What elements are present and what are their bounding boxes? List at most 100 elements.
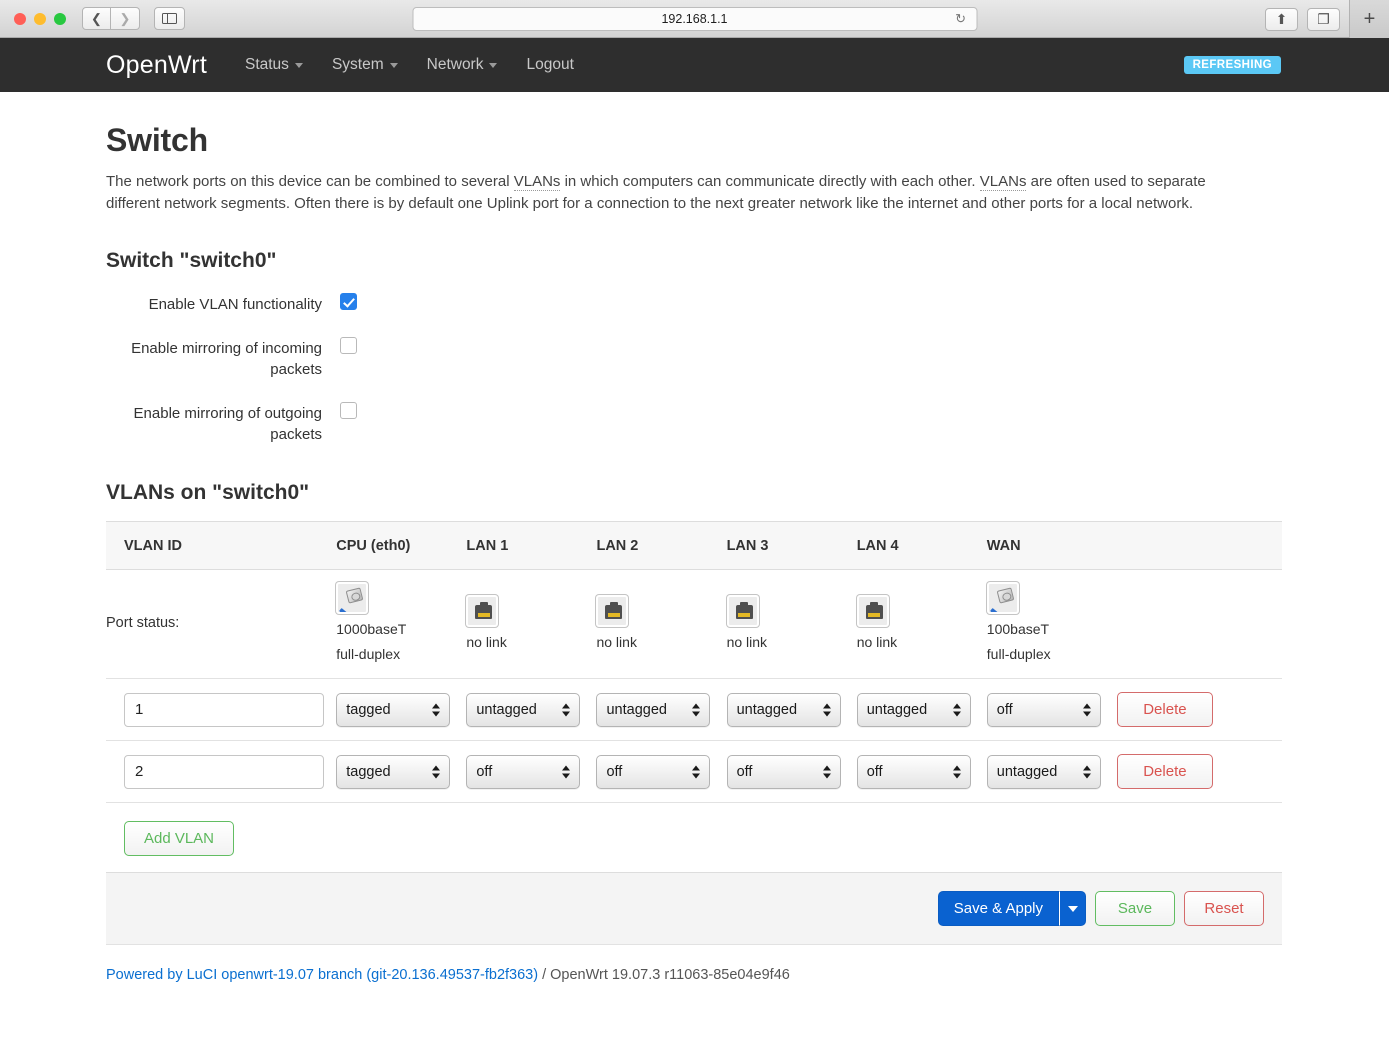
save-apply-group: Save & Apply	[937, 891, 1086, 926]
port-speed-lan2: no link	[596, 633, 637, 650]
column-header-actions	[1116, 521, 1282, 570]
vlan-table-body: Port status: 1000baseT full-duplex no li…	[106, 569, 1282, 803]
port-connected-icon	[986, 582, 1019, 614]
vlan-table-header-row: VLAN ID CPU (eth0) LAN 1 LAN 2 LAN 3 LAN…	[106, 521, 1282, 570]
openwrt-version-text: / OpenWrt 19.07.3 r11063-85e04e9f46	[538, 967, 790, 983]
vlan1-lan4-select[interactable]: untagged	[856, 692, 971, 727]
vlan2-lan2-select[interactable]: off	[596, 754, 711, 789]
nav-item-logout-label: Logout	[526, 56, 574, 73]
address-bar-container: 192.168.1.1 ↻	[412, 6, 977, 31]
reload-icon[interactable]: ↻	[955, 11, 966, 27]
reset-button[interactable]: Reset	[1184, 891, 1264, 926]
enable-vlan-checkbox[interactable]	[340, 293, 357, 310]
openwrt-navbar: OpenWrt Status System Network Logout REF…	[0, 38, 1389, 92]
nav-item-system[interactable]: System	[332, 56, 398, 74]
maximize-window-button[interactable]	[54, 12, 66, 25]
vlan1-lan2-value: untagged	[606, 701, 667, 718]
vlan-abbr: VLANs	[513, 173, 561, 191]
vlan1-cpu-select[interactable]: tagged	[336, 692, 451, 727]
stepper-icon	[432, 765, 441, 778]
stepper-icon	[692, 703, 701, 716]
column-header-lan4: LAN 4	[856, 521, 987, 570]
luci-footer-link[interactable]: Powered by LuCI openwrt-19.07 branch (gi…	[106, 967, 538, 983]
vlan1-lan1-cell: untagged	[466, 678, 597, 741]
action-bar: Save & Apply Save Reset	[106, 872, 1282, 944]
port-status-lan3: no link	[726, 569, 857, 679]
vlan1-cpu-cell: tagged	[336, 678, 467, 741]
save-apply-dropdown-button[interactable]	[1059, 891, 1086, 926]
vlan1-lan4-value: untagged	[866, 701, 928, 718]
enable-vlan-label: Enable VLAN functionality	[148, 296, 322, 313]
delete-vlan-button[interactable]: Delete	[1116, 692, 1213, 727]
save-and-apply-button[interactable]: Save & Apply	[937, 891, 1059, 926]
chevron-down-icon	[389, 62, 398, 68]
mirror-outgoing-checkbox[interactable]	[340, 402, 357, 419]
share-icon[interactable]: ⬆	[1265, 7, 1298, 31]
address-bar[interactable]: 192.168.1.1 ↻	[412, 6, 977, 31]
nav-item-status-label: Status	[244, 56, 289, 73]
stepper-icon	[432, 703, 441, 716]
vlan2-lan2-value: off	[606, 763, 623, 780]
address-bar-text: 192.168.1.1	[661, 11, 728, 26]
vlan2-cpu-cell: tagged	[336, 740, 467, 803]
vlan2-lan4-select[interactable]: off	[856, 754, 971, 789]
vlan1-wan-select[interactable]: off	[986, 692, 1101, 727]
mirror-incoming-checkbox[interactable]	[340, 337, 357, 354]
minimize-window-button[interactable]	[34, 12, 46, 25]
new-tab-button[interactable]: +	[1349, 0, 1389, 38]
vlan2-lan1-select[interactable]: off	[466, 754, 581, 789]
navigation-buttons: ❮ ❯	[82, 7, 140, 30]
vlan1-lan4-cell: untagged	[856, 678, 987, 741]
stepper-icon	[1082, 703, 1091, 716]
vlan-abbr: VLANs	[979, 173, 1027, 191]
port-status-cpu: 1000baseT full-duplex	[336, 569, 467, 679]
delete-vlan-button[interactable]: Delete	[1116, 754, 1213, 789]
stepper-icon	[822, 765, 831, 778]
stepper-icon	[562, 765, 571, 778]
port-status-lan1: no link	[466, 569, 597, 679]
port-status-row: Port status: 1000baseT full-duplex no li…	[106, 569, 1282, 679]
vlan1-lan3-select[interactable]: untagged	[726, 692, 841, 727]
vlan2-lan4-value: off	[866, 763, 883, 780]
save-button[interactable]: Save	[1095, 891, 1175, 926]
tabs-overview-icon[interactable]: ❐	[1307, 7, 1340, 31]
sidebar-toggle-button[interactable]	[154, 7, 185, 30]
vlan1-lan2-select[interactable]: untagged	[596, 692, 711, 727]
vlan2-cpu-value: tagged	[346, 763, 391, 780]
vlan1-lan1-select[interactable]: untagged	[466, 692, 581, 727]
port-status-label: Port status:	[106, 569, 337, 679]
port-speed-lan4: no link	[856, 633, 898, 650]
vlan-id-input[interactable]	[124, 754, 324, 789]
vlan2-lan2-cell: off	[596, 740, 727, 803]
mirror-incoming-label: Enable mirroring of incoming packets	[131, 340, 322, 378]
stepper-icon	[1082, 765, 1091, 778]
vlan2-wan-select[interactable]: untagged	[986, 754, 1101, 789]
close-window-button[interactable]	[14, 12, 26, 25]
openwrt-logo[interactable]: OpenWrt	[106, 51, 207, 80]
nav-item-status[interactable]: Status	[245, 56, 303, 74]
form-row-enable-vlan: Enable VLAN functionality	[106, 293, 1283, 315]
back-button[interactable]: ❮	[82, 7, 111, 30]
vlan2-cpu-select[interactable]: tagged	[336, 754, 451, 789]
port-speed-wan: 100baseT	[986, 621, 1050, 637]
chevron-down-icon	[489, 62, 498, 68]
nav-item-network-label: Network	[426, 56, 484, 73]
nav-item-logout[interactable]: Logout	[526, 56, 573, 74]
add-vlan-button[interactable]: Add VLAN	[124, 821, 234, 856]
port-connected-icon	[336, 582, 369, 614]
forward-button[interactable]: ❯	[111, 7, 140, 30]
port-nolink-icon	[596, 594, 629, 627]
switch-section-title: Switch "switch0"	[106, 249, 277, 272]
page-description: The network ports on this device can be …	[106, 171, 1256, 215]
vlan2-lan3-select[interactable]: off	[726, 754, 841, 789]
column-header-cpu: CPU (eth0)	[336, 521, 467, 570]
stepper-icon	[952, 703, 961, 716]
port-status-lan2: no link	[596, 569, 727, 679]
vlan-id-input[interactable]	[124, 692, 324, 727]
stepper-icon	[692, 765, 701, 778]
nav-item-network[interactable]: Network	[427, 56, 498, 74]
form-row-mirror-incoming: Enable mirroring of incoming packets	[106, 337, 1283, 380]
port-status-actions	[1116, 569, 1282, 679]
stepper-icon	[952, 765, 961, 778]
page-content: Switch The network ports on this device …	[0, 122, 1389, 944]
